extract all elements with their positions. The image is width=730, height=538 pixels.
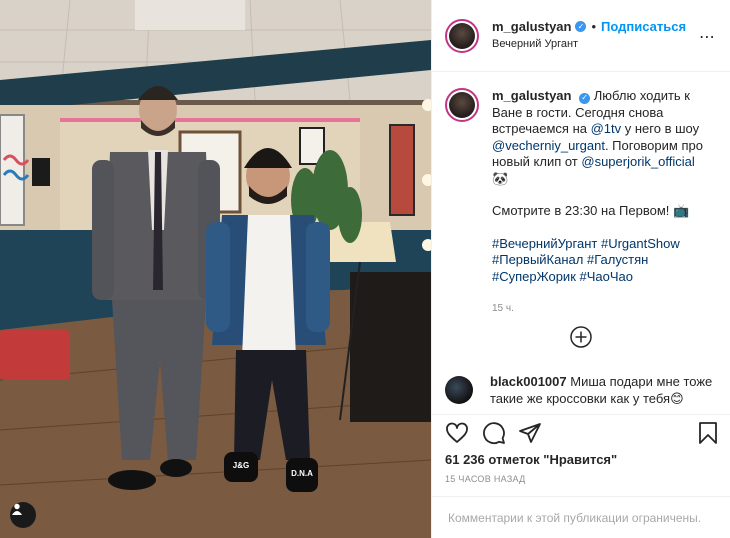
hashtag-link[interactable]: #СуперЖорик [492, 269, 576, 284]
post-timestamp[interactable]: 15 ЧАСОВ НАЗАД [445, 474, 526, 484]
separator: • [591, 19, 597, 34]
likes-suffix: отметок "Нравится" [488, 452, 618, 467]
load-more-comments-icon[interactable] [570, 326, 592, 348]
action-bar [432, 414, 730, 452]
post-side-panel: m_galustyan ✓ • Подписаться Вечерний Ург… [431, 0, 730, 538]
verified-icon: ✓ [579, 92, 591, 104]
hashtag-link[interactable]: #ПервыйКанал [492, 252, 583, 267]
hashtag-link[interactable]: #UrgantShow [601, 236, 680, 251]
instagram-post: J&G D.N.A m_galustyan ✓ • Подписаться Ве… [0, 0, 730, 538]
caption-username[interactable]: m_galustyan [492, 88, 571, 103]
tagged-user-icon[interactable] [10, 502, 36, 528]
save-bookmark-icon[interactable] [696, 421, 720, 445]
commenter-avatar[interactable] [445, 376, 473, 404]
sneaker-text-right: D.N.A [291, 469, 313, 478]
emoji: 🐼 [492, 170, 509, 186]
mention-link[interactable]: @1tv [591, 121, 622, 136]
caption-text: Смотрите в 23:30 на Первом! [492, 203, 674, 218]
post-photo[interactable]: J&G D.N.A [0, 0, 431, 538]
comment-bubble-icon[interactable] [482, 421, 506, 445]
caption-avatar[interactable] [445, 88, 479, 122]
hashtag-link[interactable]: #Галустян [587, 252, 648, 267]
author-username[interactable]: m_galustyan [492, 19, 571, 34]
hashtag-link[interactable]: #ЧаоЧао [580, 269, 633, 284]
more-options-icon[interactable]: ⋯ [699, 27, 716, 47]
post-location[interactable]: Вечерний Ургант [492, 38, 686, 50]
likes-number: 61 236 [445, 452, 485, 467]
likes-count[interactable]: 61 236 отметок "Нравится" [445, 452, 617, 467]
mention-link[interactable]: @superjorik_official [581, 154, 694, 169]
caption-time: 15 ч. [492, 303, 514, 314]
like-heart-icon[interactable] [445, 421, 469, 445]
photo-scene: J&G D.N.A [0, 0, 431, 538]
hashtag-link[interactable]: #ВечернийУргант [492, 236, 597, 251]
emoji: 📺 [673, 203, 690, 218]
mention-link[interactable]: @vecherniy_urgant [492, 138, 605, 153]
share-send-icon[interactable] [518, 421, 542, 445]
caption: m_galustyan ✓ Люблю ходить к Ване в гост… [432, 72, 730, 318]
post-header: m_galustyan ✓ • Подписаться Вечерний Ург… [432, 0, 730, 72]
verified-icon: ✓ [575, 21, 587, 32]
commenter-username[interactable]: black001007 [490, 374, 567, 389]
emoji: 😊 [670, 390, 684, 406]
caption-text: у него в шоу [621, 121, 700, 136]
comments-disabled-notice: Комментарии к этой публикации ограничены… [432, 496, 730, 538]
sneaker-text-left: J&G [233, 461, 249, 470]
follow-button[interactable]: Подписаться [601, 19, 686, 34]
comment-item: black001007 Миша подари мне тоже такие ж… [445, 374, 720, 407]
author-avatar[interactable] [445, 18, 479, 53]
